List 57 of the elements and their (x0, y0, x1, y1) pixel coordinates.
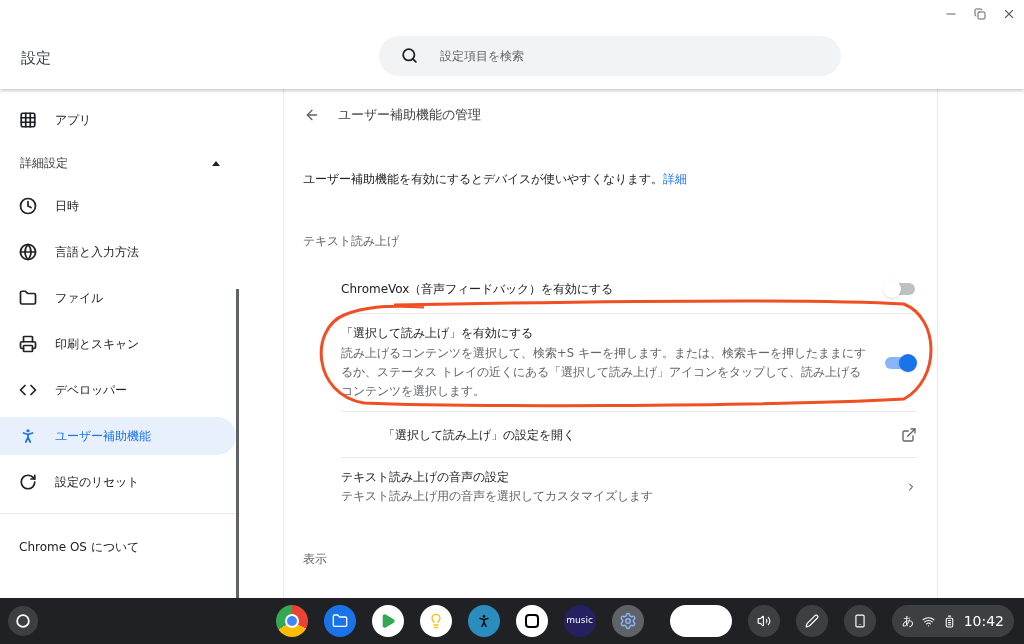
app-title: 設定 (20, 48, 52, 70)
intro-text: ユーザー補助機能を有効にするとデバイスが使いやすくなります。 (303, 171, 663, 188)
toggle-switch[interactable] (883, 280, 917, 298)
sidebar-item[interactable]: 言語と入力方法 (0, 233, 236, 271)
notification-preview[interactable] (669, 605, 732, 637)
search-icon (401, 47, 418, 64)
settings-app-icon[interactable] (611, 605, 644, 637)
setting-description: テキスト読み上げ用の音声を選択してカスタマイズします (341, 488, 654, 505)
details-link[interactable]: 詳細 (663, 170, 687, 188)
collapse-caret-icon[interactable] (212, 160, 220, 166)
setting-description: 読み上げるコンテンツを選択して、検索+S キーを押します。または、検索キーを押したままにするか、ステータス トレイの近くにある「選択して読み上げ」アイコンをタップして、読み上げるコンテンツを選択します。 (341, 345, 867, 400)
settings-link-row[interactable]: 「選択して読み上げ」の設定を開く (341, 411, 917, 457)
folder-app-icon[interactable] (323, 605, 356, 637)
launcher-button[interactable] (8, 606, 38, 636)
sidebar-item[interactable]: 印刷とスキャン (0, 325, 236, 363)
setting-title: テキスト読み上げの音声の設定 (341, 469, 510, 486)
restore-icon[interactable] (974, 8, 986, 20)
clock-time: 10:42 (963, 611, 1004, 631)
sidebar-item[interactable]: 設定のリセット (0, 463, 236, 501)
printer-icon (19, 335, 37, 353)
sidebar-item[interactable]: 日時 (0, 187, 236, 225)
section-heading: テキスト読み上げ (303, 233, 399, 250)
toggle-switch[interactable] (883, 353, 917, 372)
folder-icon (19, 289, 37, 307)
section-heading: 表示 (303, 551, 327, 569)
search-bar[interactable]: 設定項目を検索 (379, 35, 841, 76)
section-label: 詳細設定 (20, 155, 68, 172)
back-arrow-icon[interactable] (304, 107, 320, 123)
sidebar-item[interactable]: Chrome OS について (19, 540, 139, 554)
grid-icon (19, 111, 37, 129)
close-icon[interactable] (1002, 7, 1016, 21)
sidebar-item[interactable]: デベロッパー (0, 371, 236, 409)
status-tray[interactable]: あ 10:42 (891, 605, 1014, 637)
globe-icon (19, 243, 37, 261)
clock-icon (19, 197, 37, 215)
reset-icon (19, 473, 37, 491)
setting-title: ChromeVox（音声フィードバック）を有効にする (341, 281, 615, 298)
phone-icon[interactable] (843, 605, 876, 637)
input-method: あ (901, 613, 914, 630)
sidebar-item[interactable]: アプリ (0, 101, 236, 139)
page-title: ユーザー補助機能の管理 (338, 106, 481, 125)
play-store-app-icon[interactable] (371, 605, 404, 637)
wifi-icon (921, 614, 935, 628)
pen-icon[interactable] (795, 605, 828, 637)
note-app-icon[interactable] (419, 605, 452, 637)
notes-app-icon[interactable] (515, 605, 548, 637)
setting-title: 「選択して読み上げ」を有効にする (341, 325, 534, 342)
music-app-icon[interactable]: music (563, 605, 596, 637)
scrollbar[interactable] (236, 289, 239, 598)
reader-app-icon[interactable] (467, 605, 500, 637)
external-link-icon (901, 426, 917, 443)
sidebar-item[interactable]: ユーザー補助機能 (0, 417, 236, 455)
audio-icon[interactable] (747, 605, 780, 637)
search-field[interactable]: 設定項目を検索 (440, 46, 841, 65)
ring-icon (16, 614, 30, 628)
browser-app-icon[interactable] (275, 605, 308, 637)
sidebar-item[interactable]: ファイル (0, 279, 236, 317)
